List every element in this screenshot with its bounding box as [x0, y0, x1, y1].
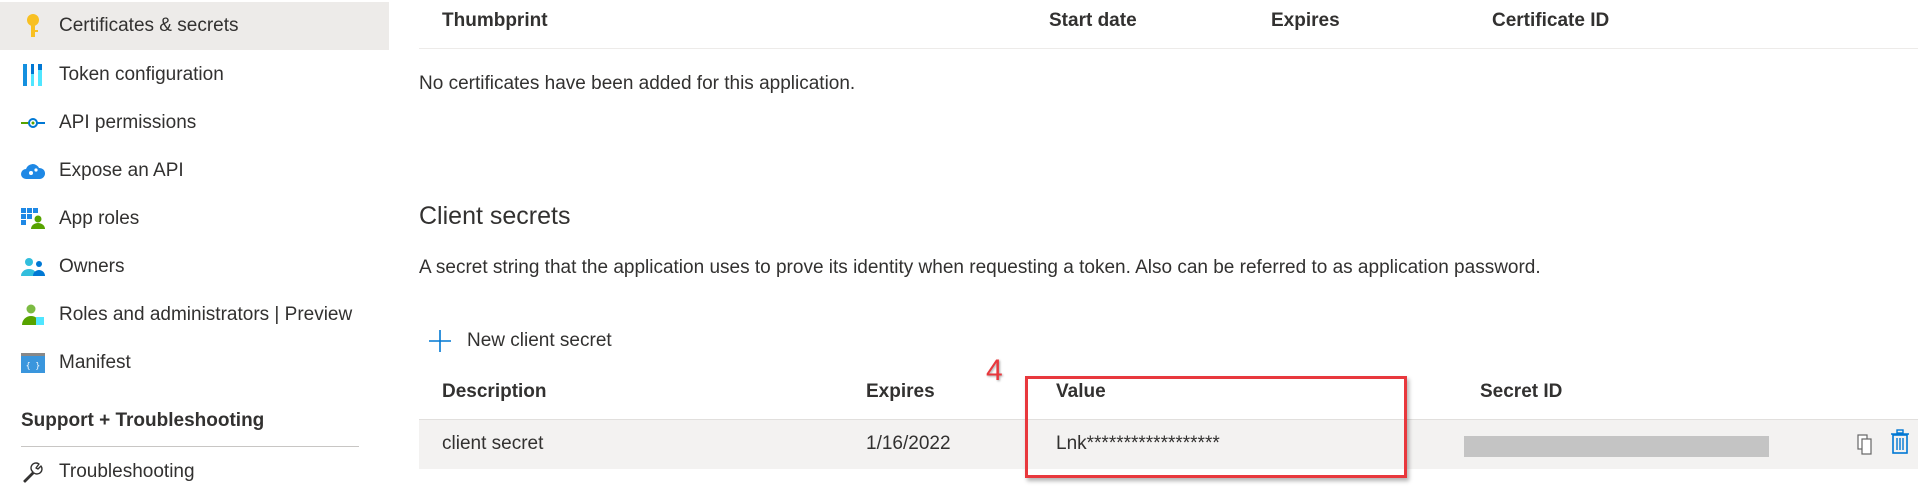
sidebar-item-expose-an-api[interactable]: Expose an API: [0, 147, 389, 195]
client-secrets-description: A secret string that the application use…: [419, 257, 1541, 278]
empty-certificates-message: No certificates have been added for this…: [419, 73, 856, 94]
sidebar-item-app-roles[interactable]: App roles: [0, 195, 389, 243]
table-header-divider: [419, 48, 1918, 49]
sidebar-item-manifest[interactable]: { } Manifest: [0, 339, 389, 387]
plus-icon: [428, 329, 452, 353]
secret-expires: 1/16/2022: [866, 433, 951, 454]
sidebar-item-troubleshooting[interactable]: Troubleshooting: [0, 448, 389, 496]
annotation-step-number: 4: [986, 354, 1003, 387]
sidebar-item-label: Expose an API: [59, 160, 184, 181]
sidebar-item-roles-administrators[interactable]: Roles and administrators | Preview: [0, 291, 389, 339]
wrench-icon: [21, 460, 45, 484]
sidebar-item-label: Owners: [59, 256, 125, 277]
app-roles-icon: [21, 207, 45, 231]
column-header-expires[interactable]: Expires: [1271, 10, 1340, 32]
cloud-gear-icon: [21, 159, 45, 183]
column-header-description[interactable]: Description: [442, 381, 547, 403]
roles-admin-icon: [21, 303, 45, 327]
svg-text:{ }: { }: [26, 361, 40, 370]
delete-icon[interactable]: [1891, 429, 1909, 460]
sidebar-item-token-configuration[interactable]: Token configuration: [0, 51, 389, 99]
new-client-secret-label: New client secret: [467, 330, 612, 351]
support-section-heading: Support + Troubleshooting: [21, 410, 265, 431]
sidebar-item-label: API permissions: [59, 112, 197, 133]
sidebar-item-api-permissions[interactable]: API permissions: [0, 99, 389, 147]
key-icon: [21, 14, 45, 38]
annotation-highlight-box: [1025, 376, 1407, 478]
sidebar-item-label: Manifest: [59, 352, 131, 373]
section-divider: [21, 446, 359, 447]
client-secrets-title: Client secrets: [419, 202, 571, 230]
sidebar-item-label: App roles: [59, 208, 140, 229]
column-header-expires[interactable]: Expires: [866, 381, 935, 403]
new-client-secret-button[interactable]: New client secret: [428, 326, 612, 356]
copy-icon[interactable]: [1857, 434, 1873, 461]
column-header-secret-id[interactable]: Secret ID: [1480, 381, 1562, 403]
sidebar-item-label: Roles and administrators | Preview: [59, 304, 353, 325]
sidebar-item-label: Certificates & secrets: [59, 15, 239, 36]
secret-description: client secret: [442, 433, 544, 454]
sidebar-item-owners[interactable]: Owners: [0, 243, 389, 291]
column-header-start-date[interactable]: Start date: [1049, 10, 1137, 32]
sidebar-item-certificates-secrets[interactable]: Certificates & secrets: [0, 2, 389, 50]
column-header-certificate-id[interactable]: Certificate ID: [1492, 10, 1609, 32]
token-bars-icon: [21, 63, 45, 87]
api-permissions-icon: [21, 111, 45, 135]
secret-id-redacted: [1464, 436, 1769, 457]
owners-icon: [21, 255, 45, 279]
manifest-icon: { }: [21, 351, 45, 375]
sidebar-item-label: Token configuration: [59, 64, 224, 85]
sidebar-item-label: Troubleshooting: [59, 461, 195, 482]
column-header-thumbprint[interactable]: Thumbprint: [442, 10, 548, 32]
